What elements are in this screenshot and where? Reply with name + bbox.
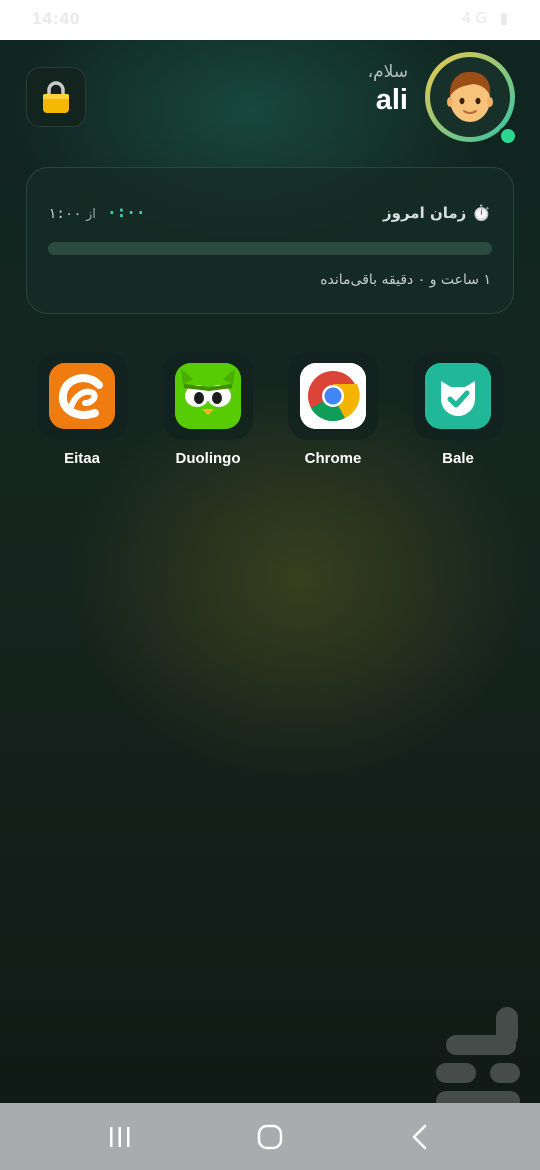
app-duolingo[interactable]: Duolingo — [163, 352, 253, 472]
status-icons: 4G ▮ — [462, 9, 512, 27]
app-bale[interactable]: Bale — [413, 352, 503, 472]
screen-time-title: ⏱️ زمان امروز — [383, 204, 491, 222]
app-chrome[interactable]: Chrome — [288, 352, 378, 472]
app-tile — [413, 352, 503, 440]
home-icon — [257, 1124, 283, 1150]
chrome-icon — [300, 363, 366, 429]
app-tile — [288, 352, 378, 440]
home-button[interactable] — [250, 1121, 290, 1153]
kid-launcher-screen: سلام، ali ⏱️ زمان امروز ۰:۰۰ از ۱:۰۰ ۱ س… — [0, 40, 540, 1103]
app-label: Duolingo — [175, 450, 241, 467]
time-remaining: ۱ ساعت و ۰ دقیقه باقی‌مانده — [320, 272, 491, 288]
app-label: Chrome — [304, 450, 362, 467]
bale-icon — [425, 363, 491, 429]
greeting: سلام، ali — [368, 62, 408, 117]
boy-avatar-icon — [447, 71, 493, 122]
watermark-logo-icon — [436, 1007, 520, 1103]
screen-time-card: ⏱️ زمان امروز ۰:۰۰ از ۱:۰۰ ۱ ساعت و ۰ دق… — [26, 167, 514, 314]
greeting-text: سلام، — [367, 62, 408, 82]
app-label: Eitaa — [64, 450, 100, 467]
status-bar: 14:40 4G ▮ — [0, 0, 540, 40]
user-name: ali — [375, 84, 408, 116]
app-label: Bale — [442, 450, 474, 467]
stopwatch-icon: ⏱️ — [472, 204, 491, 222]
lock-icon — [43, 81, 69, 113]
time-limit: ۱:۰۰ — [48, 206, 82, 222]
app-tile — [37, 352, 127, 440]
avatar-image — [430, 57, 510, 137]
signal-text: 4G — [461, 9, 491, 27]
system-navigation-bar — [0, 1103, 540, 1170]
back-icon — [412, 1124, 427, 1150]
back-button[interactable] — [400, 1121, 440, 1153]
of-label: از — [86, 207, 96, 222]
status-time: 14:40 — [32, 9, 81, 28]
battery-icon: ▮ — [499, 9, 512, 27]
app-eitaa[interactable]: Eitaa — [37, 352, 127, 472]
usage-progress-bar — [48, 242, 492, 255]
screen-time-label: زمان امروز — [383, 204, 467, 222]
recents-icon — [110, 1127, 130, 1147]
time-used: ۰:۰۰ — [107, 202, 146, 221]
duolingo-icon — [175, 363, 241, 429]
recents-button[interactable] — [100, 1121, 140, 1153]
app-tile — [163, 352, 253, 440]
online-status-dot — [498, 126, 518, 146]
eitaa-icon — [49, 363, 115, 429]
lock-button[interactable] — [26, 67, 86, 127]
